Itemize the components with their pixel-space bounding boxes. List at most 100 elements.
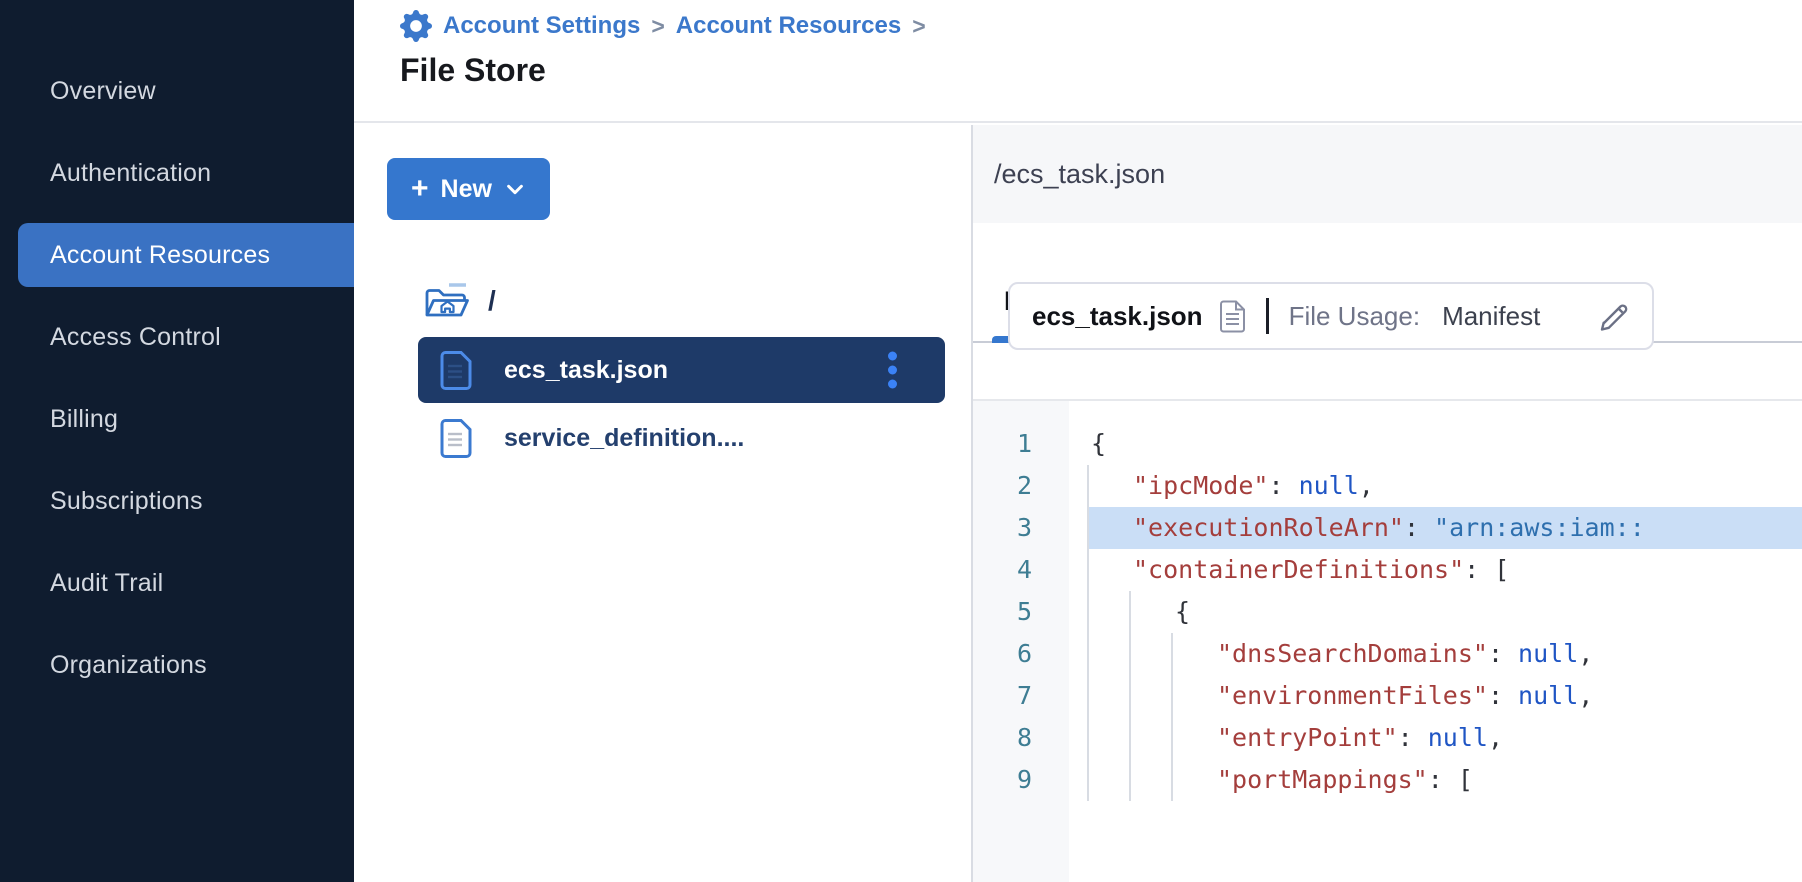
sidebar-item-label: Billing <box>50 405 118 434</box>
code-token: : <box>1488 639 1518 668</box>
gear-icon <box>400 10 432 42</box>
indent-guide <box>1087 465 1129 507</box>
indent-guide <box>1087 591 1129 633</box>
code-token: "executionRoleArn" <box>1133 513 1404 542</box>
code-line-text: "ipcMode": null, <box>1129 465 1374 507</box>
indent-guide <box>1087 717 1129 759</box>
code-line: "containerDefinitions": [ <box>1087 549 1802 591</box>
indent-guide <box>1171 717 1213 759</box>
code-token: null <box>1518 639 1578 668</box>
code-token: null <box>1518 681 1578 710</box>
root-folder-label: / <box>488 285 496 317</box>
page-header: Account Settings > Account Resources > F… <box>354 0 1802 123</box>
file-document-icon <box>438 418 474 459</box>
code-line-highlighted: "executionRoleArn": "arn:aws:iam:: <box>1087 507 1802 549</box>
code-token: : <box>1268 471 1298 500</box>
code-token: , <box>1359 471 1374 500</box>
file-path: /ecs_task.json <box>994 159 1165 190</box>
code-line: { <box>1087 423 1802 465</box>
edit-usage-button[interactable] <box>1594 295 1636 337</box>
page-title: File Store <box>400 52 1802 89</box>
file-list: ecs_task.json service_definition.... <box>418 337 945 473</box>
indent-guide <box>1129 675 1171 717</box>
file-usage-card: ecs_task.json File Usage: Manifest <box>1008 282 1654 350</box>
line-number: 1 <box>973 423 1032 465</box>
code-token: { <box>1091 429 1106 458</box>
document-icon <box>1219 300 1246 333</box>
code-token: "dnsSearchDomains" <box>1217 639 1488 668</box>
indent-guide <box>1171 675 1213 717</box>
sidebar-item-audit-trail[interactable]: Audit Trail <box>0 542 354 624</box>
chevron-down-icon <box>504 178 526 200</box>
kebab-menu-icon[interactable] <box>884 348 901 393</box>
file-usage-label: File Usage: <box>1289 301 1421 332</box>
new-button-label: New <box>441 175 492 204</box>
sidebar-item-label: Organizations <box>50 651 207 680</box>
sidebar-item-label: Subscriptions <box>50 487 203 516</box>
sidebar-item-subscriptions[interactable]: Subscriptions <box>0 460 354 542</box>
file-row-service-definition[interactable]: service_definition.... <box>418 405 945 471</box>
card-file-name: ecs_task.json <box>1032 301 1203 332</box>
file-path-header: /ecs_task.json <box>973 125 1802 223</box>
sidebar-item-organizations[interactable]: Organizations <box>0 624 354 706</box>
code-line: "dnsSearchDomains": null, <box>1087 633 1802 675</box>
code-line-text: { <box>1087 423 1106 465</box>
code-gutter: 123456789 <box>973 401 1069 882</box>
code-line-text: "entryPoint": null, <box>1213 717 1503 759</box>
code-token: : <box>1488 681 1518 710</box>
indent-guide <box>1129 591 1171 633</box>
line-number: 3 <box>973 507 1032 549</box>
home-folder-icon <box>422 280 470 322</box>
sidebar-item-overview[interactable]: Overview <box>0 50 354 132</box>
code-line: "environmentFiles": null, <box>1087 675 1802 717</box>
code-token: , <box>1578 639 1593 668</box>
code-line: "ipcMode": null, <box>1087 465 1802 507</box>
code-line-text: "executionRoleArn": "arn:aws:iam:: <box>1129 507 1645 549</box>
file-row-ecs-task-json[interactable]: ecs_task.json <box>418 337 945 403</box>
code-editor[interactable]: 123456789 {"ipcMode": null,"executionRol… <box>973 399 1802 882</box>
breadcrumb-separator: > <box>651 13 664 40</box>
code-token: "arn:aws:iam:: <box>1434 513 1645 542</box>
line-number: 7 <box>973 675 1032 717</box>
root-folder-row[interactable]: / <box>422 280 496 322</box>
code-token: "environmentFiles" <box>1217 681 1488 710</box>
code-token: null <box>1299 471 1359 500</box>
indent-guide <box>1087 759 1129 801</box>
code-line-text: "environmentFiles": null, <box>1213 675 1593 717</box>
sidebar-item-billing[interactable]: Billing <box>0 378 354 460</box>
pencil-icon <box>1598 299 1632 333</box>
code-line: "portMappings": [ <box>1087 759 1802 801</box>
sidebar-item-account-resources[interactable]: Account Resources <box>18 223 354 287</box>
code-token: , <box>1578 681 1593 710</box>
sidebar-item-label: Audit Trail <box>50 569 163 598</box>
breadcrumb-link-account-settings[interactable]: Account Settings <box>443 12 640 40</box>
code-token: null <box>1428 723 1488 752</box>
sidebar-item-label: Access Control <box>50 323 221 352</box>
line-number: 6 <box>973 633 1032 675</box>
vertical-divider <box>1266 298 1269 334</box>
sidebar-item-label: Overview <box>50 77 156 106</box>
file-detail-pane: /ecs_task.json DetailsReferenced byActiv… <box>971 125 1802 882</box>
line-number: 4 <box>973 549 1032 591</box>
line-number: 2 <box>973 465 1032 507</box>
code-token: : [ <box>1464 555 1509 584</box>
code-line-text: { <box>1171 591 1190 633</box>
sidebar: Overview Authentication Account Resources A… <box>0 0 354 882</box>
line-number: 5 <box>973 591 1032 633</box>
file-document-icon <box>438 350 474 391</box>
file-usage-value: Manifest <box>1442 301 1540 332</box>
file-name-label: service_definition.... <box>504 424 744 453</box>
code-token: , <box>1488 723 1503 752</box>
new-button[interactable]: + New <box>387 158 550 220</box>
sidebar-nav: Overview Authentication Account Resources A… <box>0 0 354 706</box>
file-name-label: ecs_task.json <box>504 356 668 385</box>
indent-guide <box>1129 633 1171 675</box>
breadcrumb-separator: > <box>912 13 925 40</box>
indent-guide <box>1129 717 1171 759</box>
app-window: OverviewAuthenticationAccount ResourcesA… <box>0 0 1802 882</box>
sidebar-item-authentication[interactable]: Authentication <box>0 132 354 214</box>
code-token: : <box>1398 723 1428 752</box>
breadcrumb-link-account-resources[interactable]: Account Resources <box>676 12 901 40</box>
sidebar-item-access-control[interactable]: Access Control <box>0 296 354 378</box>
code-line-text: "dnsSearchDomains": null, <box>1213 633 1593 675</box>
